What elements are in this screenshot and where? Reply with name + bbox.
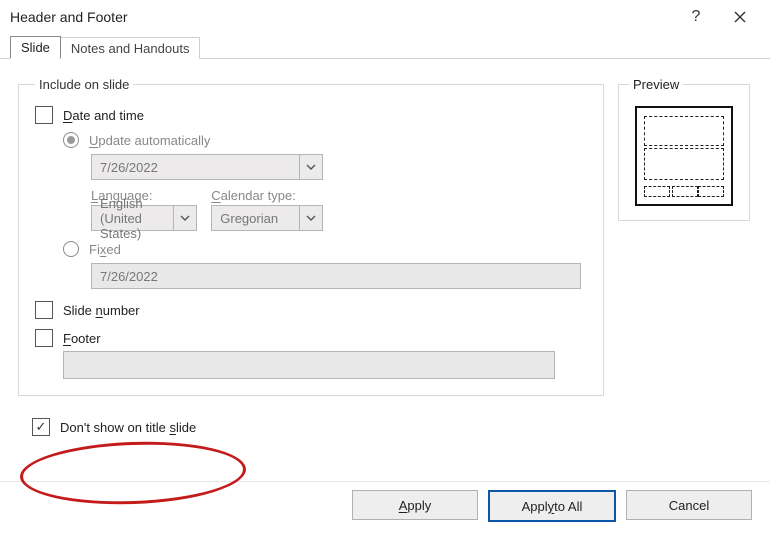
preview-title-placeholder — [644, 116, 724, 146]
close-icon — [734, 11, 746, 23]
chevron-down-icon — [306, 162, 316, 172]
apply-button[interactable]: Apply — [352, 490, 478, 520]
footer-textbox[interactable] — [63, 351, 555, 379]
apply-to-all-button[interactable]: Apply to All — [488, 490, 616, 522]
separator — [0, 481, 770, 482]
update-automatically-radio[interactable] — [63, 132, 79, 148]
fixed-radio[interactable] — [63, 241, 79, 257]
tab-slide[interactable]: Slide — [10, 36, 61, 59]
dont-show-on-title-slide-label: Don't show on title slide — [60, 420, 196, 435]
preview-footer-right — [698, 186, 724, 197]
update-automatically-label: Update automatically — [89, 133, 210, 148]
preview-thumbnail — [635, 106, 733, 206]
include-on-slide-group: Include on slide Date and time Update au… — [18, 77, 604, 396]
date-time-label: Date and time — [63, 108, 144, 123]
fixed-date-value: 7/26/2022 — [100, 269, 158, 284]
date-combo-value: 7/26/2022 — [92, 160, 299, 175]
fixed-label: Fixed — [89, 242, 121, 257]
help-button[interactable]: ? — [674, 0, 718, 34]
dialog-body: Include on slide Date and time Update au… — [0, 59, 770, 442]
language-combo[interactable]: English (United States) — [91, 205, 197, 231]
preview-body-placeholder — [644, 148, 724, 180]
date-combo[interactable]: 7/26/2022 — [91, 154, 323, 180]
preview-footer-left — [644, 186, 670, 197]
date-time-checkbox[interactable] — [35, 106, 53, 124]
footer-row: Footer — [35, 329, 587, 347]
tab-notes-and-handouts[interactable]: Notes and Handouts — [60, 37, 201, 59]
tab-strip: Slide Notes and Handouts — [0, 34, 770, 59]
title-bar: Header and Footer ? — [0, 0, 770, 34]
update-automatically-row: Update automatically — [63, 132, 587, 148]
dont-show-row: Don't show on title slide — [32, 418, 752, 436]
calendar-type-value: Gregorian — [212, 211, 299, 226]
annotation-ellipse — [19, 438, 247, 508]
fixed-date-textbox[interactable]: 7/26/2022 — [91, 263, 581, 289]
dialog-buttons: Apply Apply to All Cancel — [352, 490, 752, 522]
include-on-slide-legend: Include on slide — [35, 77, 133, 92]
close-button[interactable] — [718, 0, 762, 34]
footer-checkbox[interactable] — [35, 329, 53, 347]
slide-number-label: Slide number — [63, 303, 140, 318]
language-combo-button[interactable] — [173, 206, 196, 230]
preview-legend: Preview — [629, 77, 683, 92]
slide-number-row: Slide number — [35, 301, 587, 319]
date-combo-button[interactable] — [299, 155, 322, 179]
cancel-button[interactable]: Cancel — [626, 490, 752, 520]
calendar-type-label: Calendar type: — [211, 188, 323, 203]
slide-number-checkbox[interactable] — [35, 301, 53, 319]
preview-group: Preview — [618, 77, 750, 221]
language-combo-value: English (United States) — [92, 196, 173, 241]
chevron-down-icon — [180, 213, 190, 223]
fixed-row: Fixed — [63, 241, 587, 257]
date-time-row: Date and time — [35, 106, 587, 124]
window-title: Header and Footer — [10, 9, 674, 25]
dont-show-on-title-slide-checkbox[interactable] — [32, 418, 50, 436]
preview-footer-center — [672, 186, 698, 197]
calendar-type-button[interactable] — [299, 206, 322, 230]
chevron-down-icon — [306, 213, 316, 223]
calendar-type-combo[interactable]: Gregorian — [211, 205, 323, 231]
footer-label: Footer — [63, 331, 101, 346]
